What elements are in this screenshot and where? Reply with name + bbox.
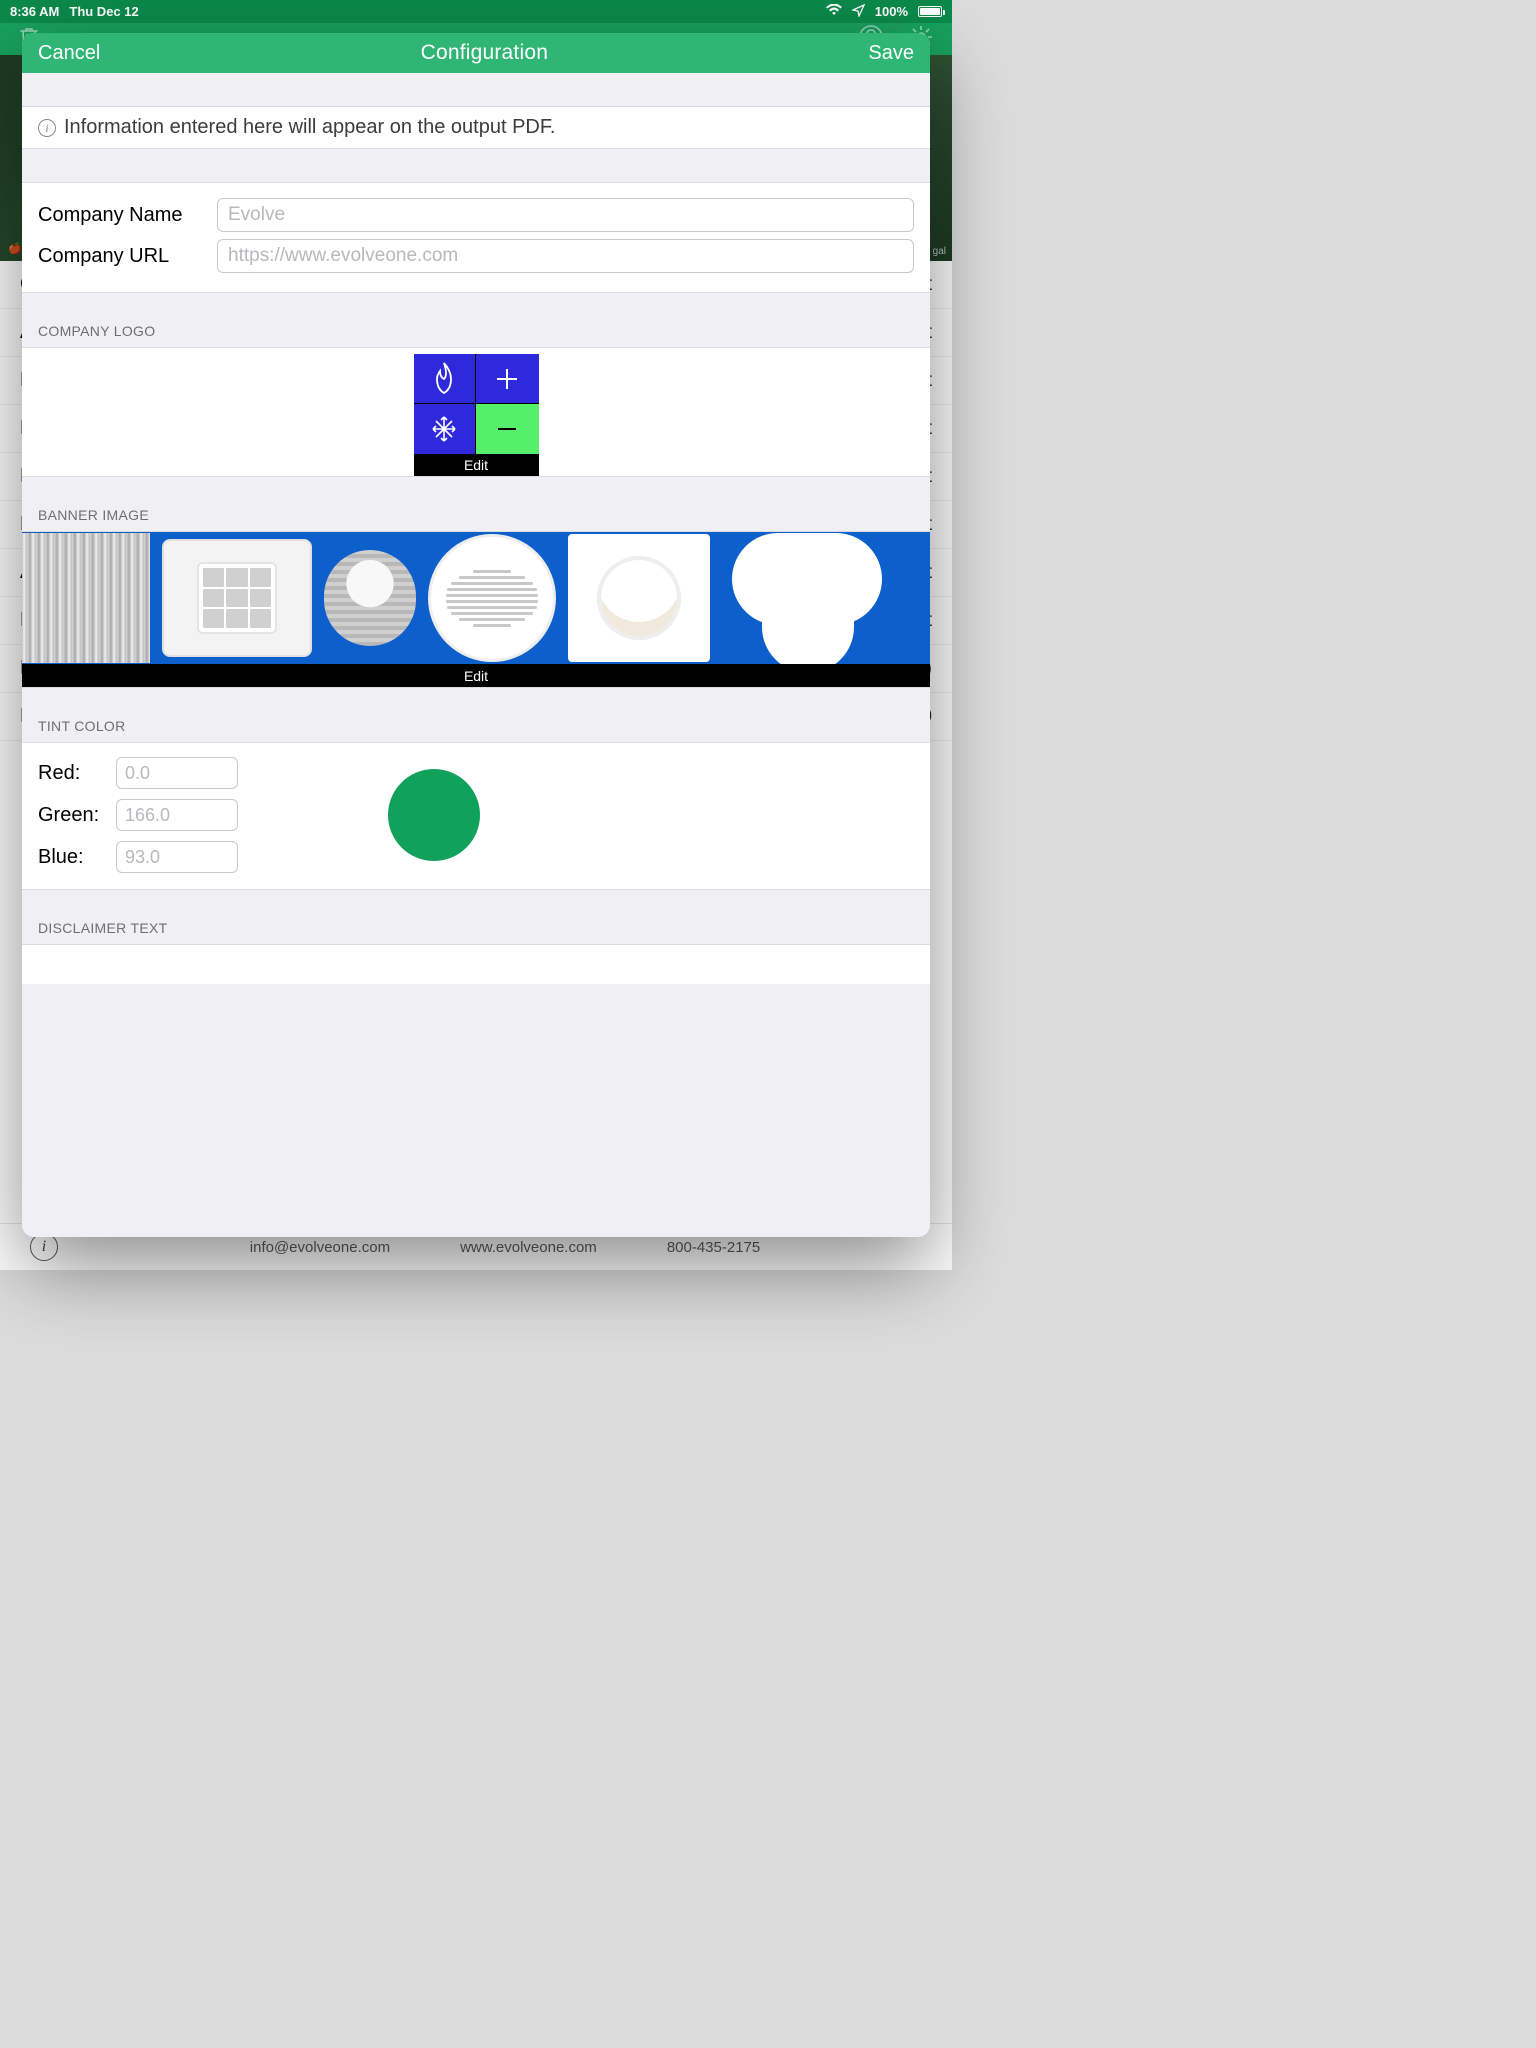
footer-phone[interactable]: 800-435-2175 xyxy=(667,1239,760,1256)
logo-edit-button[interactable]: Edit xyxy=(414,454,539,476)
battery-percent: 100% xyxy=(875,4,908,19)
configuration-modal: Cancel Configuration Save i Information … xyxy=(22,33,930,1237)
plus-icon xyxy=(476,354,539,404)
battery-icon xyxy=(918,6,942,17)
banner-edit-button[interactable]: Edit xyxy=(22,664,930,687)
company-logo[interactable]: Edit xyxy=(414,354,539,476)
status-time: 8:36 AM xyxy=(10,4,59,19)
section-banner-image: BANNER IMAGE xyxy=(22,477,930,531)
flex-duct-graphic xyxy=(22,533,150,663)
tint-green-label: Green: xyxy=(38,804,106,827)
status-bar: 8:36 AM Thu Dec 12 100% xyxy=(0,0,952,23)
info-icon[interactable]: i xyxy=(30,1233,58,1261)
tint-red-label: Red: xyxy=(38,762,106,785)
info-icon: i xyxy=(38,119,56,137)
vent-plate-graphic xyxy=(568,534,710,662)
section-company-logo: COMPANY LOGO xyxy=(22,293,930,347)
company-url-label: Company URL xyxy=(38,245,203,268)
tint-blue-input[interactable] xyxy=(116,841,238,873)
tint-block: Red: Green: Blue: xyxy=(22,742,930,890)
banner-image[interactable] xyxy=(22,532,930,664)
info-text: Information entered here will appear on … xyxy=(64,116,555,139)
modal-title: Configuration xyxy=(100,41,868,65)
duct-clamp-graphic xyxy=(324,550,416,646)
maps-legal: gal xyxy=(933,246,946,257)
tint-color-swatch xyxy=(388,769,480,861)
location-icon xyxy=(852,4,865,20)
snowflake-icon xyxy=(414,404,477,454)
company-url-input[interactable] xyxy=(217,239,914,273)
company-name-input[interactable] xyxy=(217,198,914,232)
disclaimer-block[interactable] xyxy=(22,944,930,984)
cancel-button[interactable]: Cancel xyxy=(38,42,100,65)
section-tint-color: TINT COLOR xyxy=(22,688,930,742)
tint-blue-label: Blue: xyxy=(38,846,106,869)
exhaust-fan-graphic xyxy=(162,539,312,657)
wifi-icon xyxy=(826,4,842,19)
flame-icon xyxy=(414,354,477,404)
section-disclaimer-text: DISCLAIMER TEXT xyxy=(22,890,930,944)
round-vent-graphic xyxy=(428,534,556,662)
footer-url[interactable]: www.evolveone.com xyxy=(460,1239,597,1256)
modal-header: Cancel Configuration Save xyxy=(22,33,930,73)
company-logo-block: Edit xyxy=(22,347,930,477)
tint-green-input[interactable] xyxy=(116,799,238,831)
status-date: Thu Dec 12 xyxy=(69,4,138,19)
banner-block: Edit xyxy=(22,531,930,688)
minus-icon xyxy=(476,404,539,454)
pipe-elbow-graphic xyxy=(722,533,892,663)
tint-red-input[interactable] xyxy=(116,757,238,789)
company-form: Company Name Company URL xyxy=(22,182,930,293)
save-button[interactable]: Save xyxy=(868,42,914,65)
company-name-label: Company Name xyxy=(38,204,203,227)
footer-email[interactable]: info@evolveone.com xyxy=(250,1239,390,1256)
info-banner: i Information entered here will appear o… xyxy=(22,106,930,149)
